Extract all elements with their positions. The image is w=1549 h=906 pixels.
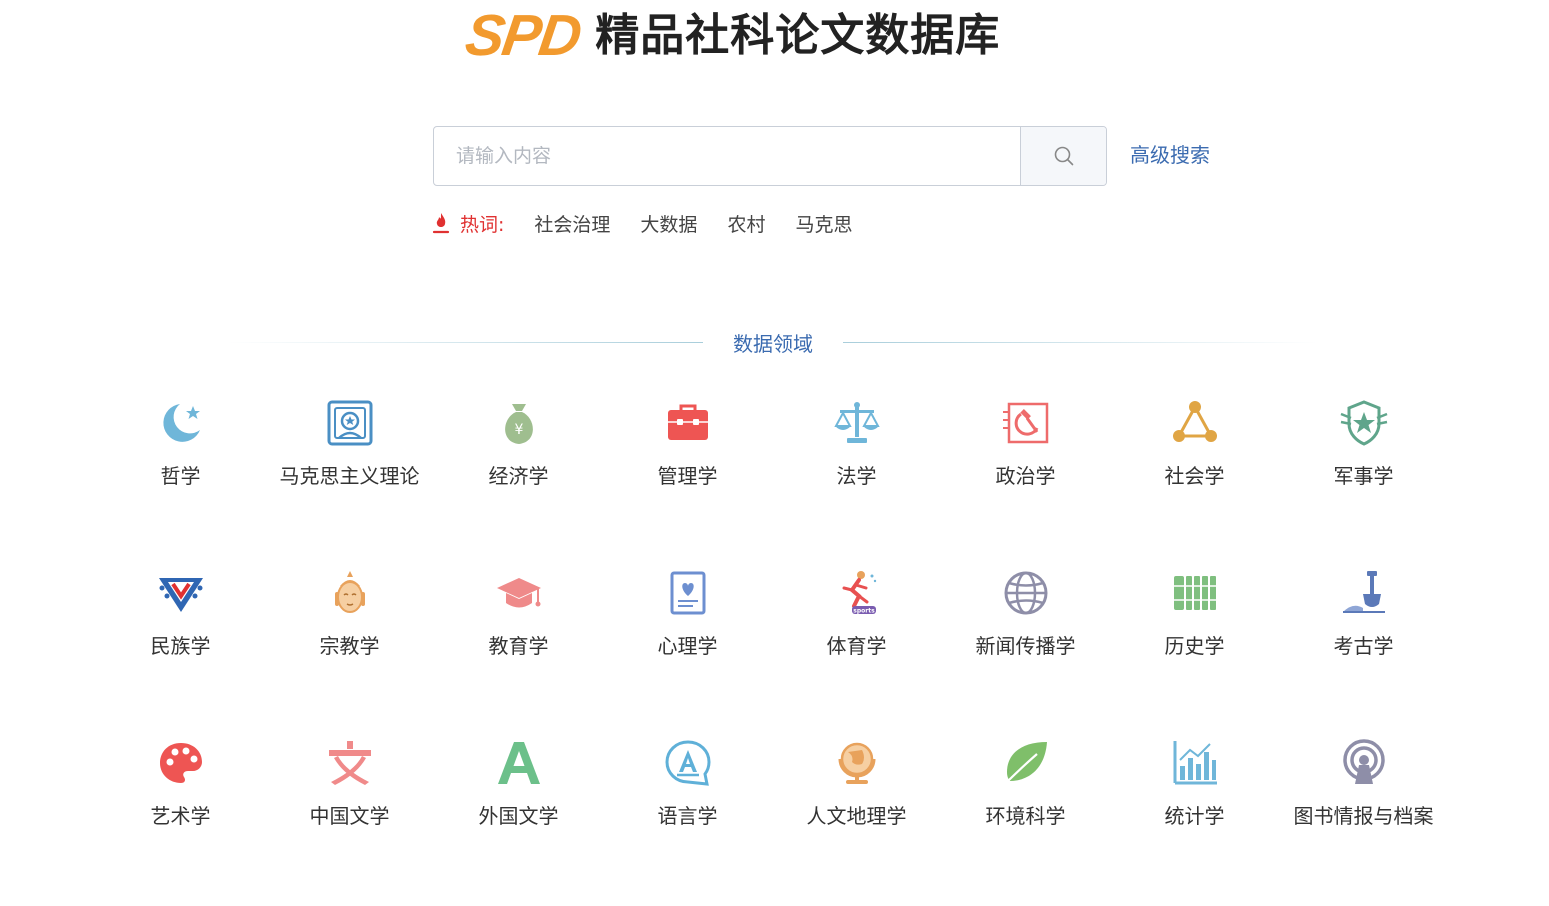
category-item[interactable]: sports 体育学 [772, 566, 941, 736]
letter-a-icon [492, 736, 546, 790]
moon-star-icon [154, 396, 208, 450]
shovel-icon [1337, 566, 1391, 620]
category-item[interactable]: 考古学 [1279, 566, 1448, 736]
category-item[interactable]: 宗教学 [265, 566, 434, 736]
money-bag-icon: ¥ [492, 396, 546, 450]
category-item[interactable]: 人文地理学 [772, 736, 941, 906]
category-label: 艺术学 [150, 804, 211, 828]
divider [843, 341, 1318, 343]
ethnic-collar-icon [154, 566, 208, 620]
category-item[interactable]: ¥ 经济学 [434, 396, 603, 566]
category-item[interactable]: 心理学 [603, 566, 772, 736]
graduation-cap-icon [492, 566, 546, 620]
network-triangle-icon [1168, 396, 1222, 450]
category-label: 管理学 [657, 464, 718, 488]
category-label: 语言学 [657, 804, 718, 828]
category-label: 环境科学 [985, 804, 1066, 828]
globe-stand-icon [830, 736, 884, 790]
category-label: 考古学 [1333, 634, 1394, 658]
leaf-icon [999, 736, 1053, 790]
svg-text:sports: sports [853, 608, 875, 615]
category-label: 军事学 [1333, 464, 1394, 488]
category-label: 人文地理学 [806, 804, 907, 828]
military-badge-icon [1337, 396, 1391, 450]
portrait-frame-icon [323, 396, 377, 450]
section-header: 数据领域 [228, 326, 1318, 358]
category-label: 马克思主义理论 [279, 464, 420, 488]
category-label: 新闻传播学 [975, 634, 1076, 658]
divider [228, 341, 703, 343]
category-label: 外国文学 [478, 804, 559, 828]
hot-word[interactable]: 大数据 [640, 210, 697, 237]
buddha-icon [323, 566, 377, 620]
category-item[interactable]: 哲学 [96, 396, 265, 566]
scales-icon [830, 396, 884, 450]
hot-words-label: 热词: [460, 213, 505, 236]
category-item[interactable]: 语言学 [603, 736, 772, 906]
category-item[interactable]: 马克思主义理论 [265, 396, 434, 566]
search-input[interactable] [434, 127, 1020, 185]
advanced-search-link[interactable]: 高级搜索 [1130, 140, 1210, 170]
category-item[interactable]: 教育学 [434, 566, 603, 736]
category-item[interactable]: 图书情报与档案 [1279, 736, 1448, 906]
bamboo-scroll-icon [1168, 566, 1222, 620]
briefcase-icon [661, 396, 715, 450]
speech-a-icon [661, 736, 715, 790]
category-item[interactable]: 环境科学 [941, 736, 1110, 906]
category-label: 法学 [836, 464, 877, 488]
flame-icon [432, 213, 450, 234]
category-item[interactable]: 历史学 [1110, 566, 1279, 736]
category-item[interactable]: 艺术学 [96, 736, 265, 906]
bar-chart-icon [1168, 736, 1222, 790]
category-label: 政治学 [995, 464, 1056, 488]
search-box [433, 126, 1107, 186]
category-grid: 哲学 马克思主义理论 ¥ 经济学 管理学 法学 政治学 社会学 军事学 民族学 … [96, 396, 1448, 906]
category-item[interactable]: 法学 [772, 396, 941, 566]
category-label: 图书情报与档案 [1293, 804, 1434, 828]
category-item[interactable]: 社会学 [1110, 396, 1279, 566]
site-title: 精品社科论文数据库 [595, 10, 1001, 61]
site-logo[interactable]: SPD 精品社科论文数据库 [462, 3, 1001, 68]
category-label: 哲学 [160, 464, 201, 488]
hot-words: 热词: 社会治理 大数据 农村 马克思 [432, 206, 882, 240]
globe-icon [999, 566, 1053, 620]
svg-text:¥: ¥ [514, 422, 523, 438]
search-icon [1054, 146, 1073, 166]
hot-word[interactable]: 马克思 [795, 210, 852, 237]
category-item[interactable]: 外国文学 [434, 736, 603, 906]
hammer-sickle-icon [999, 396, 1053, 450]
category-item[interactable]: 中国文学 [265, 736, 434, 906]
category-label: 社会学 [1164, 464, 1225, 488]
palette-icon [154, 736, 208, 790]
category-label: 经济学 [488, 464, 549, 488]
search-button[interactable] [1020, 127, 1106, 185]
heart-document-icon [661, 566, 715, 620]
signal-tower-icon [1337, 736, 1391, 790]
category-label: 历史学 [1164, 634, 1225, 658]
category-label: 中国文学 [309, 804, 390, 828]
category-item[interactable]: 管理学 [603, 396, 772, 566]
category-item[interactable]: 统计学 [1110, 736, 1279, 906]
runner-icon: sports [830, 566, 884, 620]
category-label: 教育学 [488, 634, 549, 658]
category-label: 体育学 [826, 634, 887, 658]
wen-character-icon [323, 736, 377, 790]
category-item[interactable]: 民族学 [96, 566, 265, 736]
hot-word[interactable]: 社会治理 [534, 210, 610, 237]
category-item[interactable]: 政治学 [941, 396, 1110, 566]
category-item[interactable]: 新闻传播学 [941, 566, 1110, 736]
category-item[interactable]: 军事学 [1279, 396, 1448, 566]
logo-mark: SPD [461, 3, 584, 68]
category-label: 民族学 [150, 634, 211, 658]
section-title: 数据领域 [733, 331, 813, 356]
category-label: 统计学 [1164, 804, 1225, 828]
category-label: 心理学 [657, 634, 718, 658]
hot-word[interactable]: 农村 [727, 210, 765, 237]
category-label: 宗教学 [319, 634, 380, 658]
